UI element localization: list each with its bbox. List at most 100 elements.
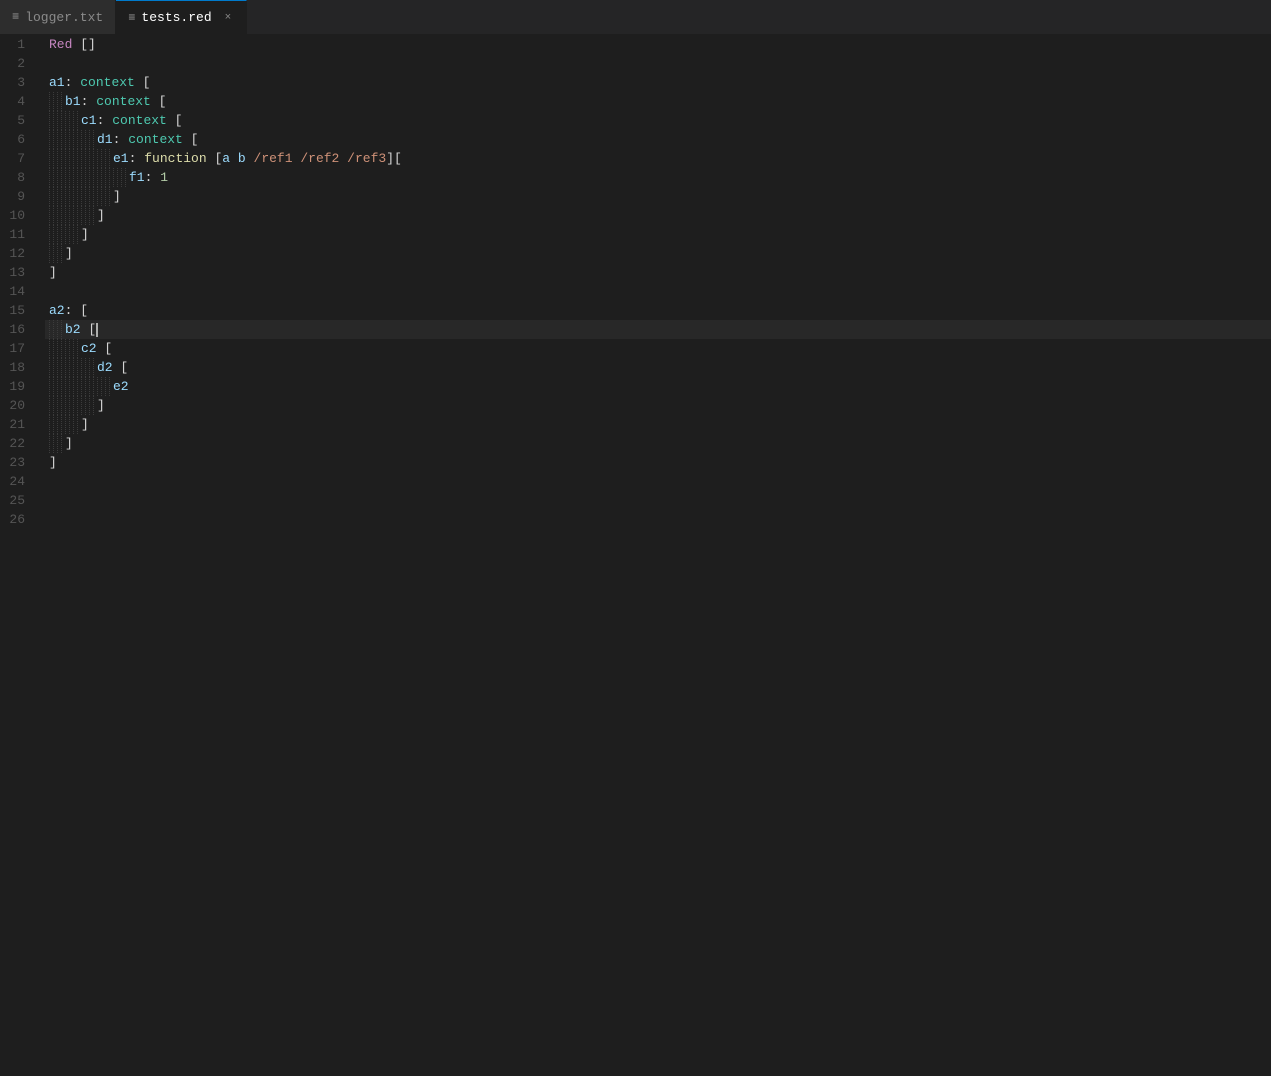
tab-label-logger: logger.txt [25, 10, 103, 25]
line-number-17: 17 [0, 339, 33, 358]
line-number-26: 26 [0, 510, 33, 529]
token [246, 149, 254, 168]
token [230, 149, 238, 168]
token [72, 73, 80, 92]
token: a2 [49, 301, 65, 320]
token: /ref1 [254, 149, 293, 168]
token [293, 149, 301, 168]
token: ] [81, 225, 89, 244]
line-number-22: 22 [0, 434, 33, 453]
code-line: ] [45, 187, 1271, 206]
code-content[interactable]: Red []a1: context [ b1: context [ c1: co… [45, 35, 1271, 1076]
line-number-8: 8 [0, 168, 33, 187]
token: : [81, 92, 89, 111]
token: /ref2 [300, 149, 339, 168]
line-number-13: 13 [0, 263, 33, 282]
tab-close-button[interactable]: × [222, 11, 235, 25]
line-number-20: 20 [0, 396, 33, 415]
token: b2 [65, 320, 81, 339]
line-number-2: 2 [0, 54, 33, 73]
line-number-10: 10 [0, 206, 33, 225]
code-line: a2: [ [45, 301, 1271, 320]
token: [ [120, 358, 128, 377]
token: b1 [65, 92, 81, 111]
code-line: ] [45, 244, 1271, 263]
token: ] [97, 206, 105, 225]
code-line [45, 282, 1271, 301]
code-line: e1: function [a b /ref1 /ref2 /ref3][ [45, 149, 1271, 168]
tab-label-tests-red: tests.red [141, 10, 211, 25]
tab-tests-red[interactable]: ≡ tests.red × [116, 0, 247, 34]
code-line: d2 [ [45, 358, 1271, 377]
line-number-4: 4 [0, 92, 33, 111]
code-line: ] [45, 206, 1271, 225]
code-line [45, 54, 1271, 73]
token [120, 130, 128, 149]
token: : [113, 130, 121, 149]
tab-bar: ≡ logger.txt ≡ tests.red × [0, 0, 1271, 35]
line-numbers: 1234567891011121314151617181920212223242… [0, 35, 45, 1076]
token: context [112, 111, 167, 130]
line-number-25: 25 [0, 491, 33, 510]
token: : [129, 149, 137, 168]
line-number-16: 16 [0, 320, 33, 339]
editor-area: 1234567891011121314151617181920212223242… [0, 35, 1271, 1076]
token [136, 149, 144, 168]
token: ] [49, 453, 57, 472]
token: e2 [113, 377, 129, 396]
token [81, 320, 89, 339]
line-number-18: 18 [0, 358, 33, 377]
line-number-9: 9 [0, 187, 33, 206]
token: 1 [160, 168, 168, 187]
code-line: ] [45, 225, 1271, 244]
line-number-5: 5 [0, 111, 33, 130]
token: context [96, 92, 151, 111]
token: ] [113, 187, 121, 206]
token: c1 [81, 111, 97, 130]
code-line: d1: context [ [45, 130, 1271, 149]
token: c2 [81, 339, 97, 358]
code-line: ] [45, 434, 1271, 453]
line-number-3: 3 [0, 73, 33, 92]
token: context [80, 73, 135, 92]
token: [ [135, 73, 151, 92]
token: e1 [113, 149, 129, 168]
token: ] [65, 244, 73, 263]
line-number-11: 11 [0, 225, 33, 244]
token: : [145, 168, 153, 187]
token: [ [72, 301, 88, 320]
token: ] [65, 434, 73, 453]
line-number-19: 19 [0, 377, 33, 396]
line-number-6: 6 [0, 130, 33, 149]
token: [ [88, 320, 96, 339]
text-cursor [96, 323, 98, 337]
line-number-21: 21 [0, 415, 33, 434]
tab-logger[interactable]: ≡ logger.txt [0, 0, 116, 34]
code-line: Red [] [45, 35, 1271, 54]
token: : [65, 301, 73, 320]
code-line: b2 [ [45, 320, 1271, 339]
line-number-12: 12 [0, 244, 33, 263]
code-line: b1: context [ [45, 92, 1271, 111]
line-number-7: 7 [0, 149, 33, 168]
token: ] [49, 263, 57, 282]
token [88, 92, 96, 111]
code-line: a1: context [ [45, 73, 1271, 92]
code-line: c2 [ [45, 339, 1271, 358]
code-line: ] [45, 263, 1271, 282]
token: a [222, 149, 230, 168]
code-line: ] [45, 453, 1271, 472]
token: : [97, 111, 105, 130]
token: d1 [97, 130, 113, 149]
token: ] [97, 396, 105, 415]
line-number-23: 23 [0, 453, 33, 472]
token: [ [167, 111, 183, 130]
token [152, 168, 160, 187]
token: ][ [386, 149, 402, 168]
tab-icon-tests-red: ≡ [128, 11, 135, 25]
token: [ [104, 339, 112, 358]
code-line: c1: context [ [45, 111, 1271, 130]
token: function [144, 149, 206, 168]
line-number-15: 15 [0, 301, 33, 320]
token: Red [49, 35, 72, 54]
